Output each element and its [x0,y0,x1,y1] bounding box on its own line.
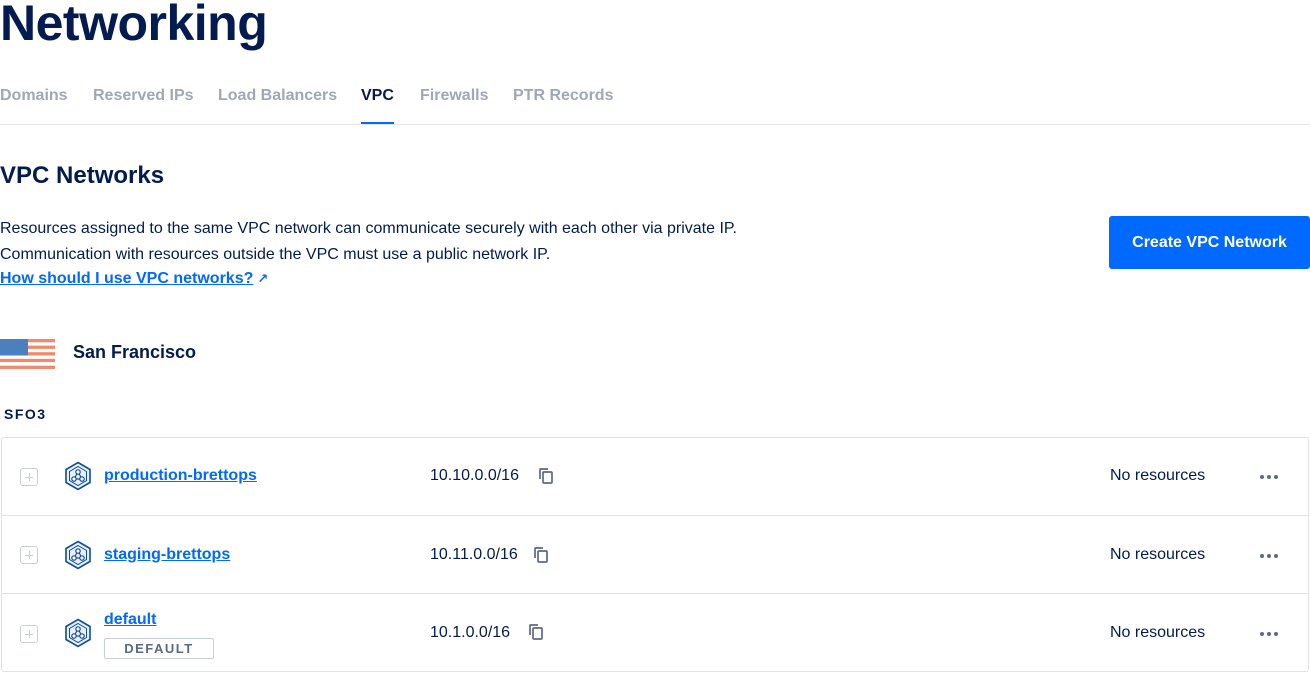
table-row: default DEFAULT 10.1.0.0/16 No resources [2,594,1308,672]
more-dot [1274,632,1278,636]
more-dot [1267,632,1271,636]
region-name: San Francisco [73,342,197,362]
resources-status: No resources [1110,467,1206,484]
default-badge: DEFAULT [104,638,214,659]
tab-load-balancers[interactable]: Load Balancers [218,78,337,124]
more-dot [1260,632,1264,636]
resources-status: No resources [1110,624,1206,641]
section-title: VPC Networks [0,162,165,189]
more-dot [1274,554,1278,558]
more-options-button[interactable] [1256,547,1282,565]
more-dot [1260,475,1264,479]
expand-row-button[interactable] [20,468,38,486]
description-line-1: Resources assigned to the same VPC netwo… [0,220,737,237]
tab-ptr-records[interactable]: PTR Records [513,78,613,124]
vpc-table: production-brettops 10.10.0.0/16 No reso… [1,437,1309,672]
table-row: staging-brettops 10.11.0.0/16 No resourc… [2,516,1308,594]
more-options-button[interactable] [1256,468,1282,486]
expand-row-button[interactable] [20,625,38,643]
help-link-label: How should I use VPC networks? [0,270,254,287]
more-options-button[interactable] [1256,625,1282,643]
vpc-name-link[interactable]: staging-brettops [104,546,230,564]
vpc-name-link[interactable]: default [104,611,156,629]
expand-row-button[interactable] [20,546,38,564]
copy-icon[interactable] [532,546,550,564]
networking-tabs: Domains Reserved IPs Load Balancers VPC … [0,78,1310,125]
vpc-network-icon [65,461,91,491]
more-dot [1260,554,1264,558]
datacenter-code: SFO3 [4,406,47,422]
tab-vpc[interactable]: VPC [361,78,394,124]
vpc-network-icon [65,618,91,648]
copy-icon[interactable] [537,467,555,485]
page-title: Networking [0,0,268,51]
help-link[interactable]: How should I use VPC networks? ↗ [0,270,268,288]
tab-reserved-ips[interactable]: Reserved IPs [93,78,194,124]
description-line-2: Communication with resources outside the… [0,246,551,263]
more-dot [1274,475,1278,479]
ip-range: 10.1.0.0/16 [430,624,511,641]
more-dot [1267,554,1271,558]
external-link-icon: ↗ [257,271,269,286]
tab-firewalls[interactable]: Firewalls [420,78,488,124]
tab-domains[interactable]: Domains [0,78,68,124]
more-dot [1267,475,1271,479]
vpc-name-link[interactable]: production-brettops [104,467,257,485]
ip-range: 10.10.0.0/16 [430,467,519,484]
create-vpc-network-button[interactable]: Create VPC Network [1109,216,1310,269]
us-flag-icon [0,339,55,369]
copy-icon[interactable] [527,623,545,641]
ip-range: 10.11.0.0/16 [430,546,518,563]
table-row: production-brettops 10.10.0.0/16 No reso… [2,438,1308,516]
resources-status: No resources [1110,546,1206,563]
vpc-network-icon [65,540,91,570]
